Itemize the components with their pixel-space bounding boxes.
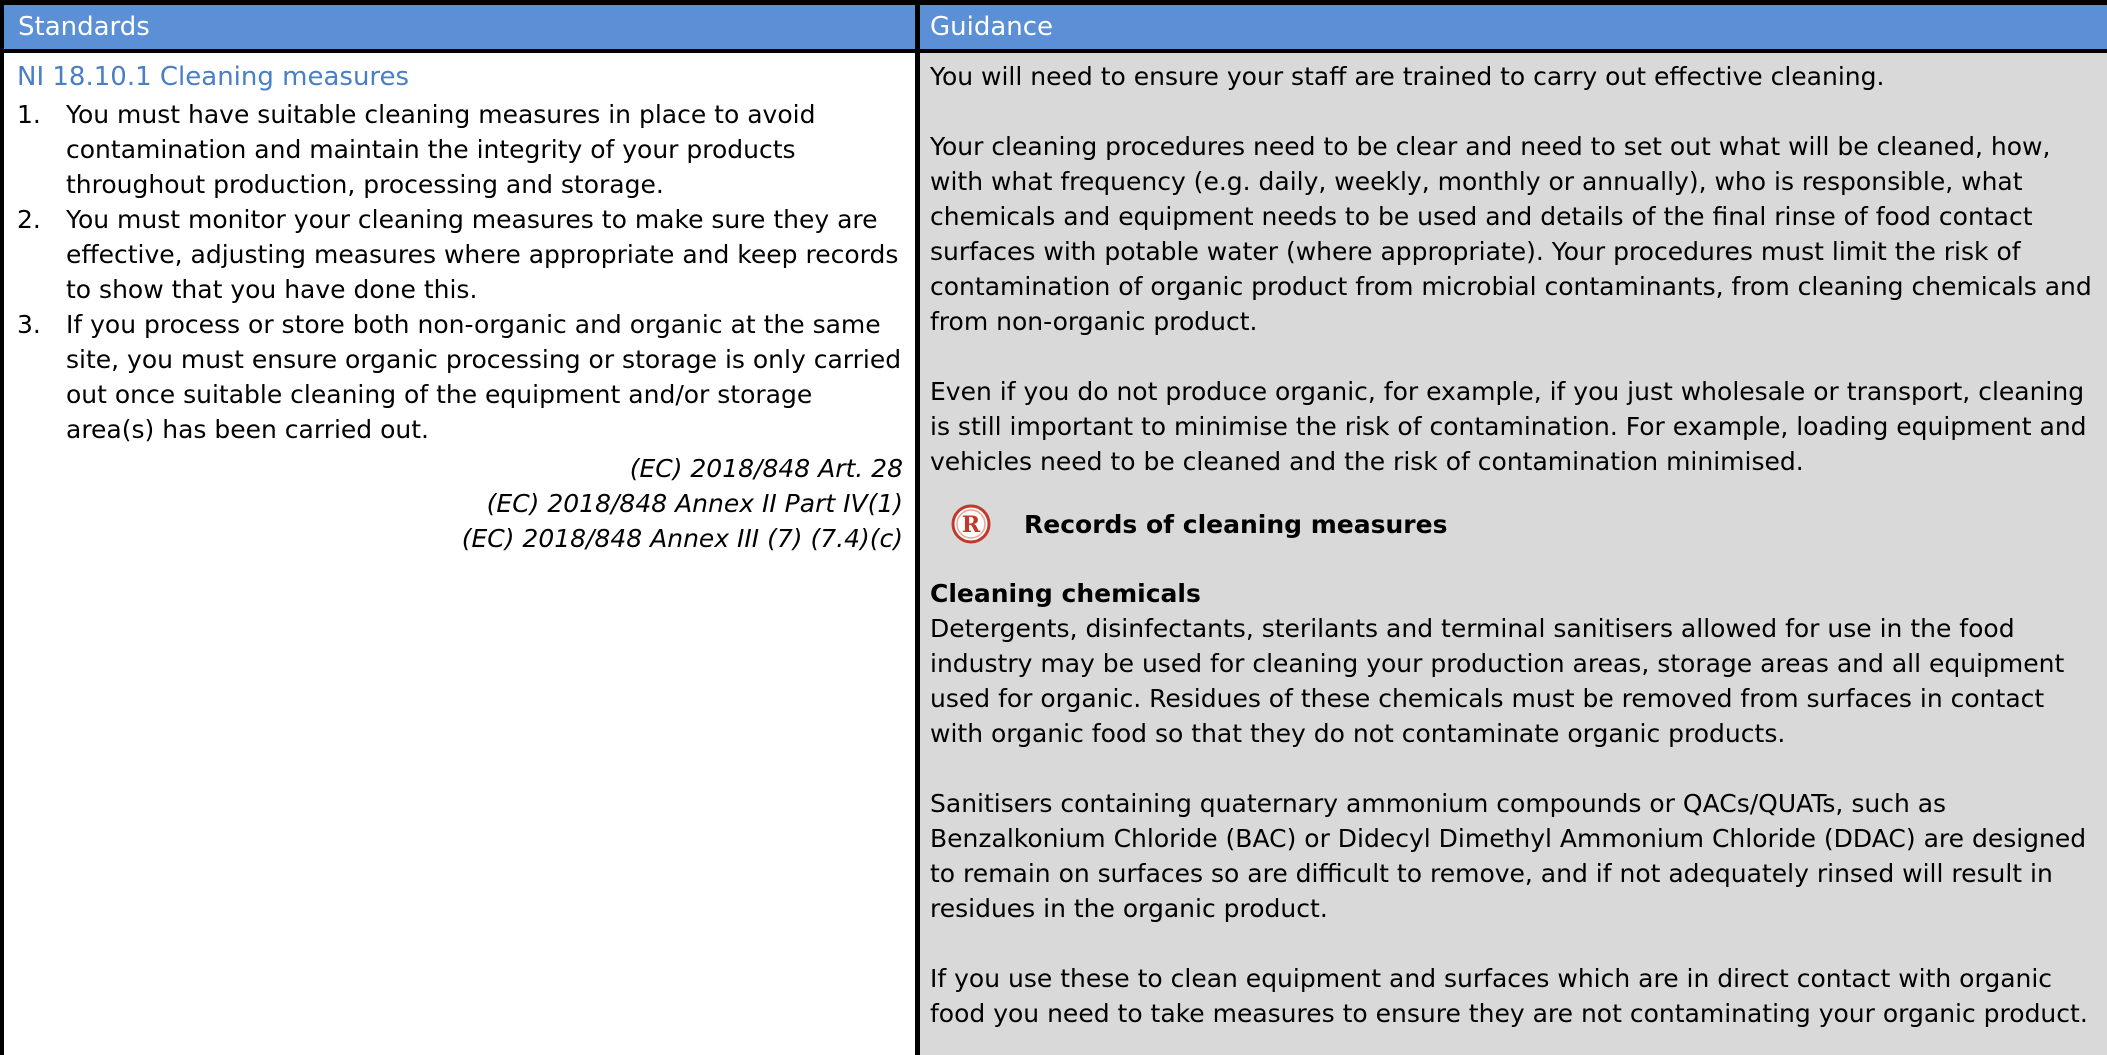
list-item-number: 1. (17, 100, 41, 129)
list-item-number: 3. (17, 310, 41, 339)
guidance-paragraph: Sanitisers containing quaternary ammoniu… (930, 789, 2087, 923)
cleaning-chemicals-heading: Cleaning chemicals (930, 579, 1201, 608)
list-item: 3. If you process or store both non-orga… (17, 307, 903, 447)
reference-line: (EC) 2018/848 Art. 28 (629, 454, 903, 483)
list-item-text: You must have suitable cleaning measures… (66, 100, 816, 199)
guidance-paragraph: You will need to ensure your staff are t… (930, 62, 1885, 91)
records-callout: R Records of cleaning measures (930, 499, 2097, 549)
list-item: 2. You must monitor your cleaning measur… (17, 202, 903, 307)
records-icon-letter: R (962, 512, 981, 538)
standards-list: 1. You must have suitable cleaning measu… (17, 97, 903, 447)
guidance-paragraph: If you use these to clean equipment and … (930, 964, 2088, 1028)
standards-guidance-table: Standards Guidance NI 18.10.1 Cleaning m… (0, 0, 2107, 1055)
legislation-references: (EC) 2018/848 Art. 28 (EC) 2018/848 Anne… (17, 451, 903, 556)
guidance-paragraph: Even if you do not produce organic, for … (930, 377, 2087, 476)
records-label: Records of cleaning measures (1024, 509, 1448, 539)
guidance-paragraph: Your cleaning procedures need to be clea… (930, 132, 2092, 336)
guidance-cell: You will need to ensure your staff are t… (915, 53, 2107, 1055)
reference-line: (EC) 2018/848 Annex II Part IV(1) (486, 489, 903, 518)
standards-cell: NI 18.10.1 Cleaning measures 1. You must… (0, 53, 915, 1055)
standard-title: NI 18.10.1 Cleaning measures (17, 62, 410, 92)
list-item-text: You must monitor your cleaning measures … (66, 205, 899, 304)
standards-header: Standards (0, 5, 915, 53)
reference-line: (EC) 2018/848 Annex III (7) (7.4)(c) (461, 524, 903, 553)
guidance-paragraph: Detergents, disinfectants, sterilants an… (930, 614, 2065, 748)
records-r-icon: R (951, 504, 991, 544)
list-item: 1. You must have suitable cleaning measu… (17, 97, 903, 202)
guidance-header: Guidance (915, 5, 2107, 53)
list-item-text: If you process or store both non-organic… (66, 310, 902, 444)
list-item-number: 2. (17, 205, 41, 234)
